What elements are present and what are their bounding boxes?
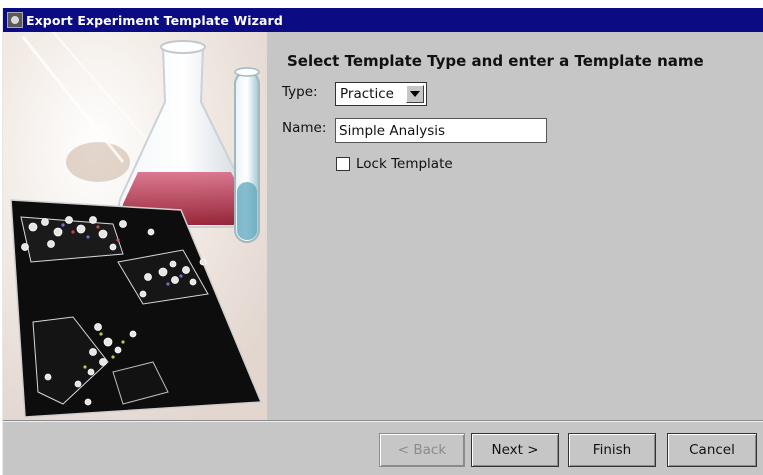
wizard-window: Export Experiment Template Wizard Select… <box>2 8 763 475</box>
lock-template-checkbox[interactable] <box>336 157 350 171</box>
lock-template-label[interactable]: Lock Template <box>356 156 453 172</box>
template-type-select[interactable]: Practice <box>335 82 427 106</box>
app-window-icon <box>7 12 23 28</box>
template-name-input[interactable] <box>335 118 547 143</box>
cancel-button[interactable]: Cancel <box>667 433 757 467</box>
lock-template-option[interactable]: Lock Template <box>336 156 453 172</box>
title-bar[interactable]: Export Experiment Template Wizard <box>3 8 763 32</box>
divider-highlight <box>3 421 763 422</box>
next-button[interactable]: Next > <box>471 433 559 467</box>
page-heading: Select Template Type and enter a Templat… <box>287 52 704 70</box>
template-type-value: Practice <box>340 86 394 102</box>
back-button[interactable]: < Back <box>379 433 465 467</box>
wizard-side-illustration <box>3 32 267 420</box>
chevron-down-icon[interactable] <box>406 85 424 103</box>
name-label: Name: <box>282 120 327 136</box>
finish-button[interactable]: Finish <box>568 433 656 467</box>
form-panel: Select Template Type and enter a Templat… <box>267 32 763 420</box>
type-label: Type: <box>282 84 318 100</box>
window-title: Export Experiment Template Wizard <box>26 12 283 28</box>
